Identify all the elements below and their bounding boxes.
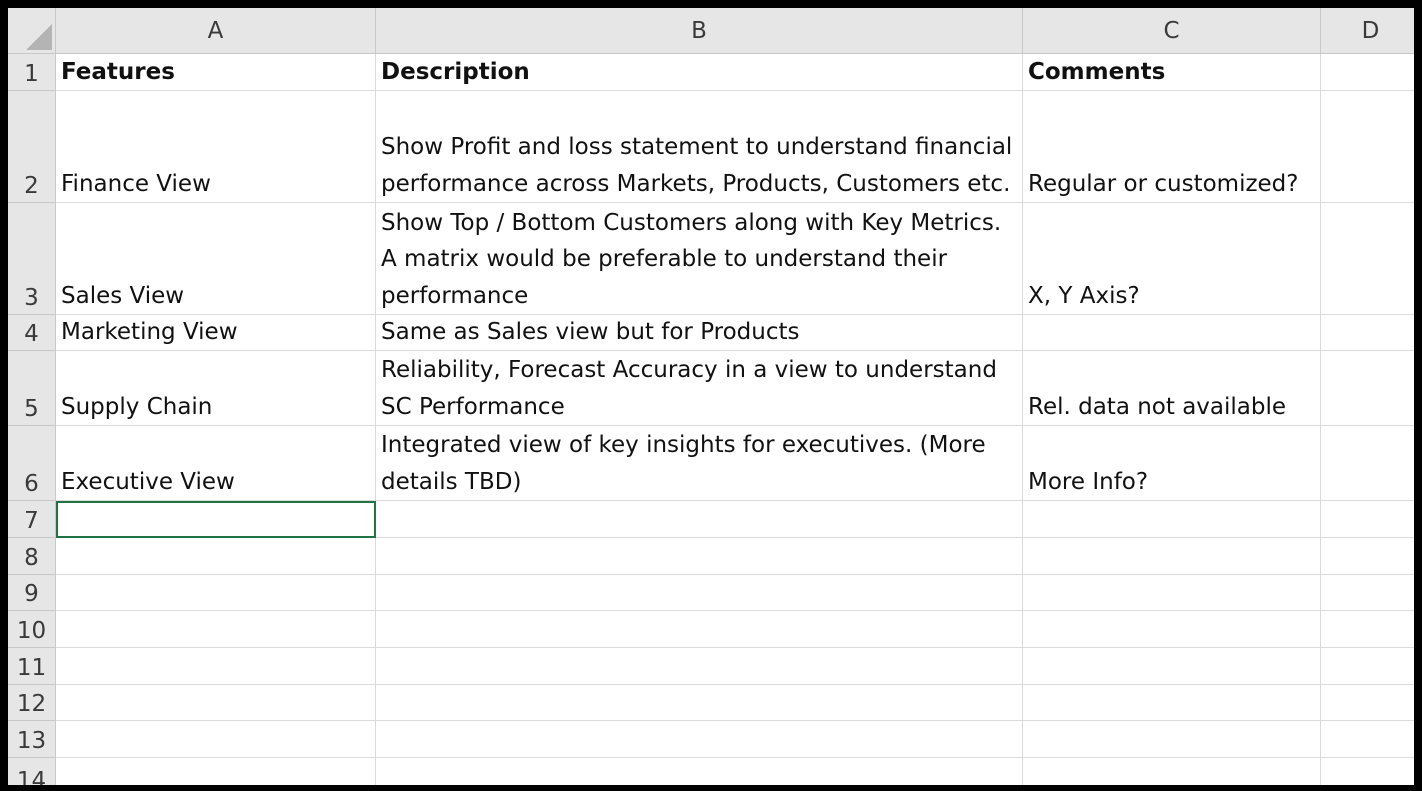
row-header-14[interactable]: 14 xyxy=(8,758,56,785)
cell-a3[interactable]: Sales View xyxy=(56,203,376,315)
column-header-a[interactable]: A xyxy=(56,8,376,54)
row-header-1[interactable]: 1 xyxy=(8,54,56,91)
cell-d11[interactable] xyxy=(1321,648,1414,685)
cell-d9[interactable] xyxy=(1321,575,1414,611)
cell-c3[interactable]: X, Y Axis? xyxy=(1023,203,1321,315)
column-header-c[interactable]: C xyxy=(1023,8,1321,54)
cell-d6[interactable] xyxy=(1321,426,1414,501)
cell-a6[interactable]: Executive View xyxy=(56,426,376,501)
cell-a1[interactable]: Features xyxy=(56,54,376,91)
cell-a8[interactable] xyxy=(56,538,376,575)
cell-b10[interactable] xyxy=(376,611,1023,648)
cell-c9[interactable] xyxy=(1023,575,1321,611)
cell-text-line: Integrated view of key insights for exec… xyxy=(381,432,986,458)
row-header-12[interactable]: 12 xyxy=(8,685,56,721)
cell-text-line: Same as Sales view but for Products xyxy=(381,318,800,345)
row-header-3[interactable]: 3 xyxy=(8,203,56,315)
cell-b1[interactable]: Description xyxy=(376,54,1023,91)
cell-c6[interactable]: More Info? xyxy=(1023,426,1321,501)
cell-text-line: Show Top / Bottom Customers along with K… xyxy=(381,209,1002,236)
cell-c13[interactable] xyxy=(1023,721,1321,758)
cell-a2[interactable]: Finance View xyxy=(56,91,376,203)
cell-a5[interactable]: Supply Chain xyxy=(56,351,376,426)
cell-text-line: Supply Chain xyxy=(61,393,213,420)
cell-text-line: More Info? xyxy=(1028,468,1149,495)
cell-b2[interactable]: Show Profit and loss statement to unders… xyxy=(376,91,1023,203)
cell-text-line: Show Profit and loss statement to unders… xyxy=(381,134,1013,160)
cell-c10[interactable] xyxy=(1023,611,1321,648)
cell-b4[interactable]: Same as Sales view but for Products xyxy=(376,315,1023,351)
cell-text-line: Comments xyxy=(1028,58,1166,85)
cell-d1[interactable] xyxy=(1321,54,1414,91)
cell-text-line: A matrix would be preferable to understa… xyxy=(381,246,948,272)
cell-c12[interactable] xyxy=(1023,685,1321,721)
row-header-11[interactable]: 11 xyxy=(8,648,56,685)
cell-a7[interactable] xyxy=(56,501,376,538)
cell-d8[interactable] xyxy=(1321,538,1414,575)
cell-c7[interactable] xyxy=(1023,501,1321,538)
cell-d12[interactable] xyxy=(1321,685,1414,721)
cell-c1[interactable]: Comments xyxy=(1023,54,1321,91)
cell-a9[interactable] xyxy=(56,575,376,611)
cell-b11[interactable] xyxy=(376,648,1023,685)
cell-a13[interactable] xyxy=(56,721,376,758)
row-header-9[interactable]: 9 xyxy=(8,575,56,611)
row-header-5[interactable]: 5 xyxy=(8,351,56,426)
cell-a11[interactable] xyxy=(56,648,376,685)
cell-d7[interactable] xyxy=(1321,501,1414,538)
select-all-button[interactable] xyxy=(8,8,56,54)
cell-text-line: performance xyxy=(381,282,529,309)
cell-text-line: Rel. data not available xyxy=(1028,393,1287,420)
cell-b3[interactable]: Show Top / Bottom Customers along with K… xyxy=(376,203,1023,315)
cell-a4[interactable]: Marketing View xyxy=(56,315,376,351)
cell-b12[interactable] xyxy=(376,685,1023,721)
cell-c2[interactable]: Regular or customized? xyxy=(1023,91,1321,203)
spreadsheet: ABCD 1 2 3 4 5 6 7 8 9 10 11 12 13 14 Features Descrip… xyxy=(8,8,1414,785)
cell-a10[interactable] xyxy=(56,611,376,648)
cell-c8[interactable] xyxy=(1023,538,1321,575)
row-header-8[interactable]: 8 xyxy=(8,538,56,575)
cell-b5[interactable]: Reliability, Forecast Accuracy in a view… xyxy=(376,351,1023,426)
cell-b8[interactable] xyxy=(376,538,1023,575)
row-header-2[interactable]: 2 xyxy=(8,91,56,203)
cell-d4[interactable] xyxy=(1321,315,1414,351)
cell-a12[interactable] xyxy=(56,685,376,721)
cell-text-line: SC Performance xyxy=(381,393,565,420)
cell-text-line: Regular or customized? xyxy=(1028,170,1299,197)
row-header-13[interactable]: 13 xyxy=(8,721,56,758)
cell-text-line: Sales View xyxy=(61,282,185,309)
column-header-b[interactable]: B xyxy=(376,8,1023,54)
cell-text-line: Marketing View xyxy=(61,318,238,345)
cell-c11[interactable] xyxy=(1023,648,1321,685)
select-all-triangle-icon xyxy=(26,24,52,50)
cell-text-line: X, Y Axis? xyxy=(1028,282,1140,309)
row-header-10[interactable]: 10 xyxy=(8,611,56,648)
cell-b14[interactable] xyxy=(376,758,1023,785)
cell-d5[interactable] xyxy=(1321,351,1414,426)
column-header-d[interactable]: D xyxy=(1321,8,1414,54)
cell-b9[interactable] xyxy=(376,575,1023,611)
cell-text-line: details TBD) xyxy=(381,468,522,495)
cell-d10[interactable] xyxy=(1321,611,1414,648)
cell-c5[interactable]: Rel. data not available xyxy=(1023,351,1321,426)
cell-d14[interactable] xyxy=(1321,758,1414,785)
cell-b13[interactable] xyxy=(376,721,1023,758)
row-header-7[interactable]: 7 xyxy=(8,501,56,538)
cell-text-line: performance across Markets, Products, Cu… xyxy=(381,170,1011,197)
cell-d2[interactable] xyxy=(1321,91,1414,203)
cell-d3[interactable] xyxy=(1321,203,1414,315)
row-header-4[interactable]: 4 xyxy=(8,315,56,351)
cell-text-line: Features xyxy=(61,58,175,85)
cell-a14[interactable] xyxy=(56,758,376,785)
cell-b7[interactable] xyxy=(376,501,1023,538)
cell-d13[interactable] xyxy=(1321,721,1414,758)
cell-text-line: Reliability, Forecast Accuracy in a view… xyxy=(381,357,997,383)
cell-text-line: Executive View xyxy=(61,468,235,495)
cell-text-line: Description xyxy=(381,58,530,85)
cell-c14[interactable] xyxy=(1023,758,1321,785)
row-header-6[interactable]: 6 xyxy=(8,426,56,501)
cell-b6[interactable]: Integrated view of key insights for exec… xyxy=(376,426,1023,501)
cell-text-line: Finance View xyxy=(61,170,211,197)
cell-c4[interactable] xyxy=(1023,315,1321,351)
